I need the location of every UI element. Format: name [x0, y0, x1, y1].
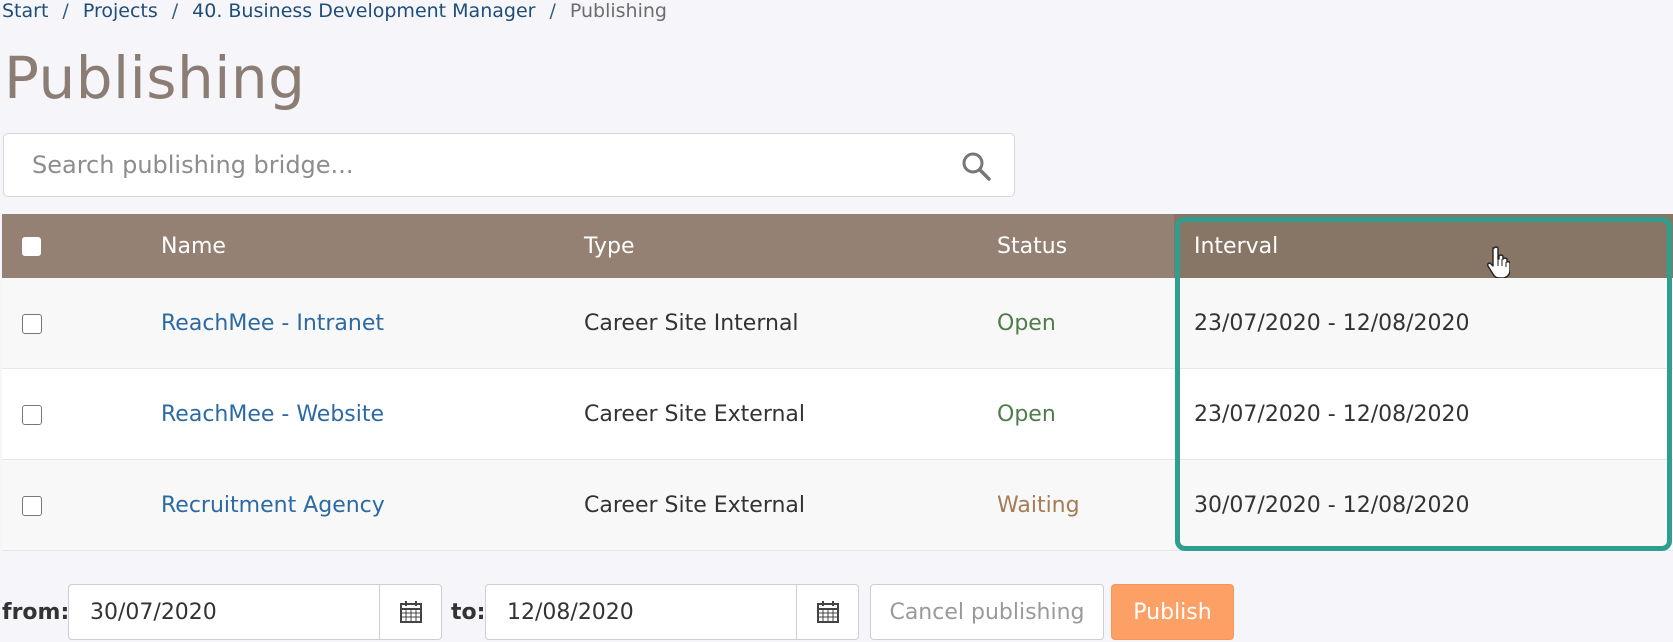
publish-controls: from: 30/07/2020 to: 12/08/2020 Cancel p…	[0, 584, 1673, 640]
breadcrumb-separator: /	[62, 0, 69, 22]
search-icon[interactable]	[960, 150, 992, 182]
publishing-table: Name Type Status Interval ReachMee - Int…	[2, 214, 1673, 551]
to-date-field[interactable]: 12/08/2020	[485, 584, 859, 640]
hand-cursor-icon	[1487, 246, 1510, 278]
row-status: Open	[997, 311, 1056, 336]
row-interval: 23/07/2020 - 12/08/2020	[1194, 402, 1470, 427]
row-checkbox-cell	[22, 460, 42, 551]
row-name-link[interactable]: ReachMee - Intranet	[161, 311, 384, 336]
header-status[interactable]: Status	[997, 214, 1067, 278]
row-name-cell: Recruitment Agency	[161, 460, 385, 551]
row-checkbox[interactable]	[22, 313, 42, 334]
from-date-field[interactable]: 30/07/2020	[68, 584, 442, 640]
calendar-icon	[816, 601, 839, 623]
to-calendar-button[interactable]	[796, 585, 858, 639]
from-date-input[interactable]: 30/07/2020	[69, 600, 379, 625]
to-date-input[interactable]: 12/08/2020	[486, 600, 796, 625]
header-interval[interactable]: Interval	[1194, 214, 1278, 278]
header-type[interactable]: Type	[584, 214, 635, 278]
to-label: to:	[451, 599, 486, 625]
row-type: Career Site External	[584, 493, 806, 518]
search-input[interactable]	[32, 151, 952, 179]
breadcrumb-current: Publishing	[569, 0, 667, 22]
row-status: Open	[997, 402, 1056, 427]
header-name[interactable]: Name	[161, 214, 226, 278]
calendar-icon	[399, 601, 422, 623]
row-checkbox-cell	[22, 278, 42, 369]
from-calendar-button[interactable]	[379, 585, 441, 639]
cancel-publishing-button[interactable]: Cancel publishing	[870, 584, 1104, 640]
breadcrumb: Start / Projects / 40. Business Developm…	[2, 0, 667, 22]
row-checkbox[interactable]	[22, 495, 42, 516]
page-title: Publishing	[4, 44, 306, 112]
search-box	[3, 133, 1015, 197]
row-status: Waiting	[997, 493, 1080, 518]
breadcrumb-projects[interactable]: Projects	[83, 0, 158, 22]
table-row: Recruitment Agency Career Site External …	[2, 460, 1673, 551]
table-row: ReachMee - Website Career Site External …	[2, 369, 1673, 460]
publish-button[interactable]: Publish	[1111, 584, 1234, 640]
row-name-link[interactable]: ReachMee - Website	[161, 402, 384, 427]
row-name-link[interactable]: Recruitment Agency	[161, 493, 385, 518]
select-all-cell	[22, 214, 41, 278]
row-name-cell: ReachMee - Website	[161, 369, 384, 460]
breadcrumb-separator: /	[171, 0, 179, 22]
breadcrumb-start[interactable]: Start	[2, 0, 48, 22]
table-row: ReachMee - Intranet Career Site Internal…	[2, 278, 1673, 369]
select-all-checkbox[interactable]	[22, 236, 41, 256]
row-type: Career Site Internal	[584, 311, 799, 336]
row-name-cell: ReachMee - Intranet	[161, 278, 384, 369]
breadcrumb-separator: /	[549, 0, 556, 22]
row-interval: 23/07/2020 - 12/08/2020	[1194, 311, 1470, 336]
row-checkbox-cell	[22, 369, 42, 460]
breadcrumb-project[interactable]: 40. Business Development Manager	[192, 0, 535, 22]
from-label: from:	[2, 599, 70, 625]
row-interval: 30/07/2020 - 12/08/2020	[1194, 493, 1470, 518]
row-checkbox[interactable]	[22, 404, 42, 425]
table-header: Name Type Status Interval	[2, 214, 1673, 278]
row-type: Career Site External	[584, 402, 806, 427]
